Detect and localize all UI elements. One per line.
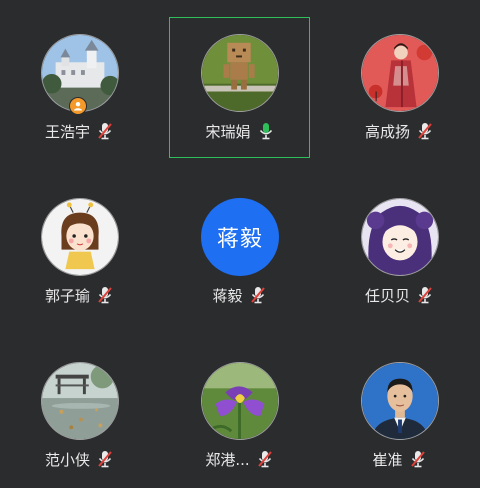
participant-tile[interactable]: 王浩宇 [0, 0, 160, 160]
purple-iris-photo [202, 363, 278, 439]
muted-mic-icon [415, 285, 435, 305]
muted-mic-icon [248, 285, 268, 305]
muted-mic-icon [95, 449, 115, 469]
host-badge-icon [69, 97, 87, 115]
avatar [361, 34, 439, 112]
participant-name: 范小侠 [44, 450, 90, 469]
participant-tile-speaking[interactable]: 宋瑞娟 [169, 17, 310, 158]
cardboard-robot-photo [202, 35, 278, 111]
participant-tile[interactable]: 郑港... [160, 328, 320, 488]
participant-name: 郑港... [205, 450, 250, 469]
cartoon-girl-illustration [42, 199, 118, 275]
participant-tile[interactable]: 郭子瑜 [0, 164, 160, 324]
participant-name: 崔准 [372, 450, 403, 469]
participant-name: 王浩宇 [44, 122, 90, 141]
avatar [361, 198, 439, 276]
muted-mic-icon [408, 449, 428, 469]
participant-tile[interactable]: 蒋毅 蒋毅 [160, 164, 320, 324]
avatar [41, 198, 119, 276]
muted-mic-icon [415, 121, 435, 141]
man-portrait-photo [362, 363, 438, 439]
participant-name: 任贝贝 [364, 286, 410, 305]
initials-avatar: 蒋毅 [201, 198, 279, 276]
participant-name: 蒋毅 [212, 286, 243, 305]
participant-name: 高成扬 [364, 122, 410, 141]
muted-mic-icon [255, 449, 275, 469]
avatar [361, 362, 439, 440]
muted-mic-icon [95, 121, 115, 141]
avatar [41, 362, 119, 440]
anime-girl-illustration [362, 199, 438, 275]
participant-name: 郭子瑜 [44, 286, 90, 305]
active-mic-icon [256, 121, 276, 141]
participant-grid: 王浩宇 宋瑞娟 高成扬 郭子瑜 蒋毅 蒋毅 任贝贝 范小侠 郑港... 崔准 [0, 0, 480, 480]
participant-tile[interactable]: 高成扬 [320, 0, 480, 160]
participant-name: 宋瑞娟 [205, 122, 251, 141]
participant-tile[interactable]: 崔准 [320, 328, 480, 488]
rainy-park-photo [42, 363, 118, 439]
muted-mic-icon [95, 285, 115, 305]
girl-in-red-photo [362, 35, 438, 111]
avatar [201, 34, 279, 112]
participant-tile[interactable]: 任贝贝 [320, 164, 480, 324]
participant-tile[interactable]: 范小侠 [0, 328, 160, 488]
avatar [201, 362, 279, 440]
